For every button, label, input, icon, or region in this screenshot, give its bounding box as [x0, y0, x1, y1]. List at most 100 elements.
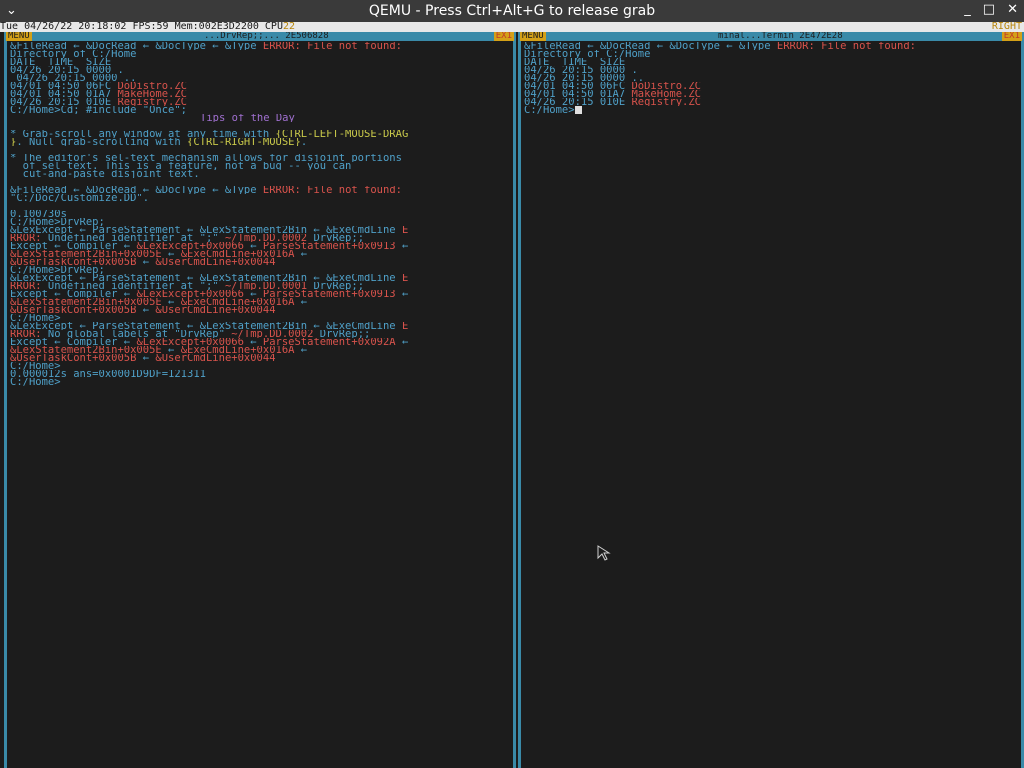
terminal-line: "C:/Doc/Customize.DD". — [10, 194, 510, 202]
maximize-icon[interactable]: □ — [983, 2, 995, 17]
link-text[interactable]: Registry.ZC — [631, 98, 701, 106]
line-text: 04/01 04:50 06FC — [10, 82, 118, 90]
link-text[interactable]: MakeHome.ZC — [117, 90, 187, 98]
terminal-line: &LexExcept ← ParseStatement ← &LexStatem… — [10, 274, 510, 282]
right-menu-button[interactable]: MENU — [520, 32, 546, 41]
line-text: C:/Home> — [10, 378, 61, 386]
left-terminal-window[interactable]: MENU ...DrvRep;;... 2E506828 EX1 &FileRe… — [4, 32, 516, 768]
line-text: &LexExcept ← ParseStatement ← &LexStatem… — [10, 322, 402, 330]
line-text: . Null grab-scrolling with — [16, 138, 188, 146]
qemu-titlebar: ⌄ QEMU - Press Ctrl+Alt+G to release gra… — [0, 0, 1024, 22]
left-window-titlebar[interactable]: MENU ...DrvRep;;... 2E506828 EX1 — [4, 32, 516, 41]
line-text: ← — [395, 242, 409, 250]
line-text: Undefined identifier at ";" — [41, 282, 225, 290]
line-text: 04/01 04:50 01A7 — [524, 90, 632, 98]
right-terminal-output[interactable]: &FileRead ← &DocRead ← &DocType ← &Type … — [524, 42, 1018, 114]
line-text: of sel text. This is a feature, not a bu… — [10, 162, 352, 170]
link-text[interactable]: MakeHome.ZC — [631, 90, 701, 98]
link-text[interactable]: &LexExcept+0x0066 — [136, 290, 243, 298]
right-window-title: minal...Termin 2E472E28 — [718, 32, 843, 41]
line-text: C:/Home> — [10, 362, 61, 370]
terminal-line: * Grab-scroll any window at any time wit… — [10, 130, 510, 138]
terminal-line: &UserTaskCont+0x005B ← &UserCmdLine+0x00… — [10, 258, 510, 266]
link-text[interactable]: ~/Tmp.DD.0001 — [225, 282, 307, 290]
terminal-line: DATE_ TIME_ SIZE — [10, 58, 510, 66]
terminal-line: * The editor's sel-text mechanism allows… — [10, 154, 510, 162]
line-text: Except ← Compiler ← — [10, 242, 137, 250]
terminal-line: 04/26 20:15 0000 . — [524, 66, 1018, 74]
status-text: Tue 04/26/22 20:18:02 FPS:59 Mem:002E3D2… — [0, 22, 283, 32]
minimize-icon[interactable]: _ — [964, 2, 971, 17]
line-text: ← — [243, 242, 263, 250]
link-text[interactable]: &UserTaskCont+0x005B — [10, 354, 136, 362]
link-text[interactable]: &UserTaskCont+0x005B — [10, 306, 136, 314]
terminal-line: of sel text. This is a feature, not a bu… — [10, 162, 510, 170]
link-text[interactable]: &LexExcept+0x0066 — [136, 242, 243, 250]
terminal-line: &LexStatement2Bin+0x005E ← &ExeCmdLine+0… — [10, 346, 510, 354]
link-text[interactable]: DoDistro.ZC — [631, 82, 701, 90]
link-text[interactable]: ParseStatement+0x092A — [263, 338, 396, 346]
cpu-value: 22 — [282, 22, 296, 32]
link-text[interactable]: ParseStatement+0x0913 — [263, 242, 396, 250]
left-menu-button[interactable]: MENU — [6, 32, 32, 41]
line-text: Directory of C:/Home — [10, 50, 137, 58]
error-text: E — [401, 274, 409, 282]
line-text: 04/26 20:15 0000 . — [10, 66, 124, 74]
error-text: File not found: — [814, 42, 916, 50]
terminal-line: Directory of C:/Home — [524, 50, 1018, 58]
terminal-line: 04/01 04:50 01A7 MakeHome.ZC — [10, 90, 510, 98]
link-text[interactable]: DoDistro.ZC — [117, 82, 187, 90]
terminal-line: &FileRead ← &DocRead ← &DocType ← &Type … — [10, 42, 510, 50]
line-text: Except ← Compiler ← — [10, 338, 137, 346]
left-close-button[interactable]: EX1 — [493, 32, 514, 41]
link-text[interactable]: &LexStatement2Bin+0x005E — [10, 298, 162, 306]
guest-screen[interactable]: Tue 04/26/22 20:18:02 FPS:59 Mem:002E3D2… — [0, 22, 1024, 768]
link-text[interactable]: &LexStatement2Bin+0x005E — [10, 250, 162, 258]
line-text: DATE_ TIME_ SIZE — [524, 58, 626, 66]
link-text[interactable]: Registry.ZC — [117, 98, 187, 106]
line-text: ← — [136, 306, 156, 314]
link-text[interactable]: ~/Tmp.DD.0002 — [225, 234, 307, 242]
key-text: {CTRL-RIGHT-MOUSE} — [187, 138, 301, 146]
left-terminal-output[interactable]: &FileRead ← &DocRead ← &DocType ← &Type … — [10, 42, 510, 386]
link-text[interactable]: ParseStatement+0x0913 — [263, 290, 396, 298]
line-text: ← — [161, 250, 181, 258]
terminal-line: &FileRead ← &DocRead ← &DocType ← &Type … — [524, 42, 1018, 50]
line-text: ← — [243, 290, 263, 298]
error-text: RROR: — [10, 282, 42, 290]
menu-chevron-icon[interactable]: ⌄ — [6, 3, 17, 18]
link-text[interactable]: &UserCmdLine+0x0044 — [155, 258, 275, 266]
line-text: Undefined identifier at ";" — [41, 234, 225, 242]
link-text[interactable]: &LexStatement2Bin+0x005E — [10, 346, 162, 354]
terminal-line: &UserTaskCont+0x005B ← &UserCmdLine+0x00… — [10, 306, 510, 314]
link-text[interactable]: &ExeCmdLine+0x016A — [181, 298, 295, 306]
terminal-line: RROR: No global labels at "DrvRep" ~/Tmp… — [10, 330, 510, 338]
error-text: ERROR: — [262, 42, 301, 50]
terminal-line: &FileRead ← &DocRead ← &DocType ← &Type … — [10, 186, 510, 194]
terminal-line: cut-and-paste disjoint text. — [10, 170, 510, 178]
right-terminal-window[interactable]: MENU minal...Termin 2E472E28 EX1 &FileRe… — [518, 32, 1024, 768]
terminal-line: C:/Home> — [10, 314, 510, 322]
link-text[interactable]: ~/Tmp.DD.0002 — [231, 330, 313, 338]
terminal-line: 04/01 04:50 06FC DoDistro.ZC — [524, 82, 1018, 90]
link-text[interactable]: &UserCmdLine+0x0044 — [155, 306, 275, 314]
right-window-titlebar[interactable]: MENU minal...Termin 2E472E28 EX1 — [518, 32, 1024, 41]
line-text: Except ← Compiler ← — [10, 290, 137, 298]
link-text[interactable]: &ExeCmdLine+0x016A — [181, 346, 295, 354]
line-text: 0.100730s — [10, 210, 67, 218]
line-text: 04/26 20:15 0000 .. — [524, 74, 645, 82]
right-close-button[interactable]: EX1 — [1001, 32, 1022, 41]
line-text: ← — [161, 298, 181, 306]
link-text[interactable]: &ExeCmdLine+0x016A — [181, 250, 295, 258]
close-icon[interactable]: ✕ — [1007, 2, 1018, 17]
link-text[interactable]: &LexExcept+0x0066 — [136, 338, 243, 346]
error-text: File not found: — [300, 42, 402, 50]
link-text[interactable]: &UserTaskCont+0x005B — [10, 258, 136, 266]
line-text: ← — [294, 250, 308, 258]
terminal-line: C:/Home> — [524, 106, 1018, 114]
link-text[interactable]: &UserCmdLine+0x0044 — [155, 354, 275, 362]
terminal-line: 04/26 20:15 010E Registry.ZC — [524, 98, 1018, 106]
